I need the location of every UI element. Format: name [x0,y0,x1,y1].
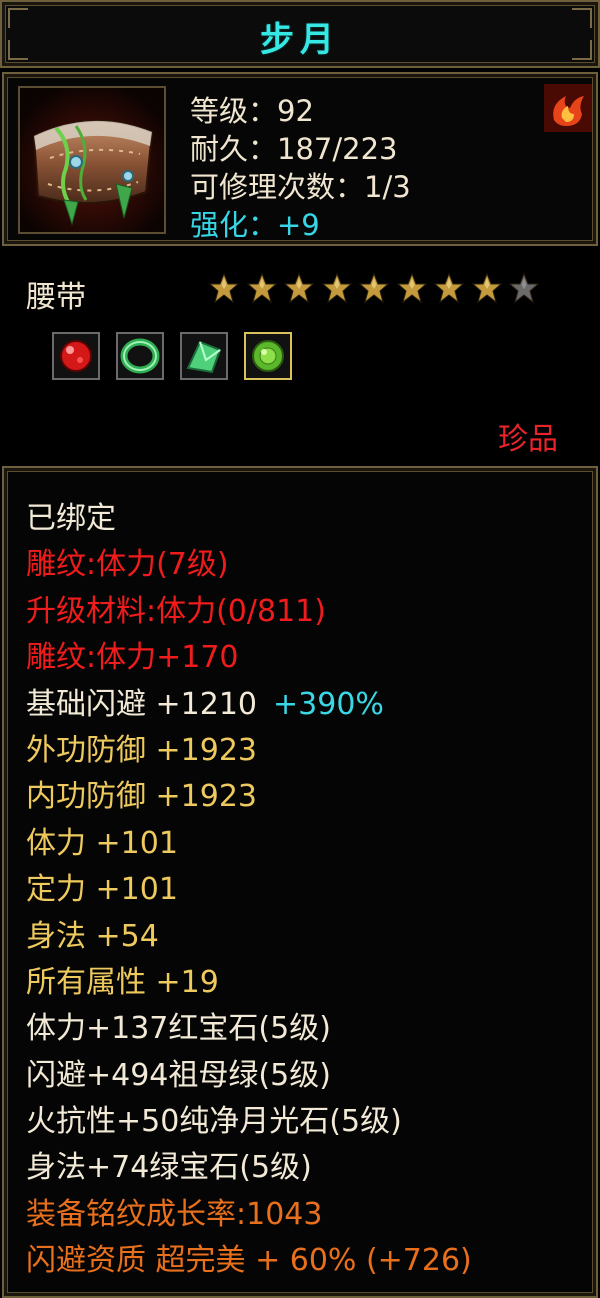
property-line: 身法 +54 [26,914,586,960]
item-header-panel: 等级：92 耐久：187/223 可修理次数：1/3 强化：+9 [2,72,598,246]
property-line: 已绑定 [26,496,586,542]
property-bonus-text: +390% [273,686,384,722]
repair-count-text: 可修理次数：1/3 [190,170,411,204]
property-line: 基础闪避 +1210 +390% [26,682,586,728]
star-empty-icon [508,272,540,304]
star-filled-icon [283,272,315,304]
belt-item-icon[interactable] [18,86,166,234]
property-text: 定力 +101 [26,872,178,908]
properties-list: 已绑定雕纹:体力(7级) 升级材料:体力(0/811) 雕纹:体力+170 基础闪避 … [26,496,586,1285]
jade-ring-icon[interactable] [116,332,164,380]
property-line: 身法+74绿宝石(5级) [26,1145,586,1191]
star-filled-icon [208,272,240,304]
property-line: 升级材料:体力(0/811) [26,589,586,635]
rarity-label: 珍品 [498,422,558,457]
property-line: 定力 +101 [26,867,586,913]
property-line: 雕纹:体力+170 [26,635,586,681]
star-filled-icon [396,272,428,304]
property-line: 外功防御 +1923 [26,728,586,774]
property-text: 所有属性 +19 [26,964,219,1000]
fire-icon [544,84,592,132]
property-text: 闪避资质 超完美 + 60% (+726) [26,1243,472,1279]
peridot-gem-icon[interactable] [244,332,292,380]
property-text: 火抗性+50纯净月光石(5级) [26,1104,402,1140]
property-text: 闪避+494祖母绿(5级) [26,1057,331,1093]
property-line: 装备铭纹成长率:1043 [26,1192,586,1238]
property-text: 升级材料:体力(0/811) [26,593,326,629]
star-filled-icon [321,272,353,304]
property-line: 体力 +101 [26,821,586,867]
level-text: 等级：92 [190,94,314,128]
title-bar: 步月 [0,0,600,68]
property-text: 身法 +54 [26,918,159,954]
property-line: 所有属性 +19 [26,960,586,1006]
property-line: 火抗性+50纯净月光石(5级) [26,1099,586,1145]
property-line: 闪避+494祖母绿(5级) [26,1053,586,1099]
property-text: 体力 +101 [26,825,178,861]
property-text: 外功防御 +1923 [26,732,258,768]
green-crystal-icon[interactable] [180,332,228,380]
property-text: 基础闪避 +1210 [26,686,258,722]
star-filled-icon [471,272,503,304]
star-filled-icon [433,272,465,304]
property-text: 身法+74绿宝石(5级) [26,1150,312,1186]
property-text: 雕纹:体力(7级) [26,547,229,583]
property-line: 体力+137红宝石(5级) [26,1006,586,1052]
property-text: 内功防御 +1923 [26,779,258,815]
star-filled-icon [246,272,278,304]
property-line: 内功防御 +1923 [26,774,586,820]
property-text: 装备铭纹成长率:1043 [26,1196,323,1232]
ruby-gem-icon[interactable] [52,332,100,380]
property-line: 闪避资质 超完美 + 60% (+726) [26,1238,586,1284]
item-type-label: 腰带 [26,280,86,315]
property-line: 雕纹:体力(7级) [26,542,586,588]
property-text: 雕纹:体力+170 [26,640,239,676]
property-text: 已绑定 [26,501,116,536]
enhance-text: 强化：+9 [190,208,320,242]
durability-text: 耐久：187/223 [190,132,398,166]
star-filled-icon [358,272,390,304]
item-name-title: 步月 [260,20,340,60]
property-text: 体力+137红宝石(5级) [26,1011,331,1047]
